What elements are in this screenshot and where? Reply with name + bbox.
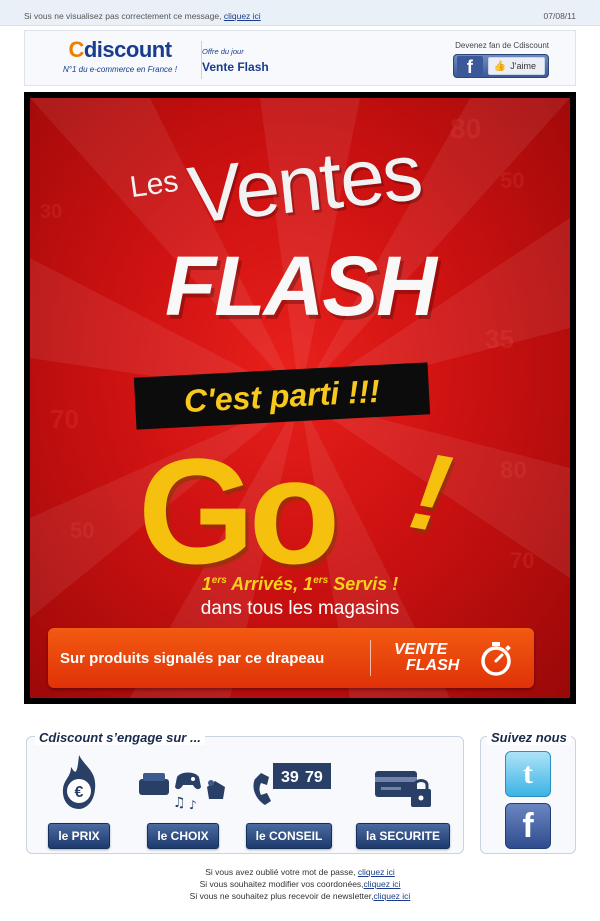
footer-line2-text: Si vous souhaitez modifier vos coordonée… bbox=[199, 879, 364, 889]
twitter-icon[interactable]: t bbox=[505, 751, 551, 797]
arrives-sup1: ers bbox=[211, 575, 227, 586]
commitment-securite[interactable]: la SECURITE bbox=[355, 749, 451, 849]
follow-us-title: Suivez nous bbox=[487, 730, 571, 745]
offer-title: Vente Flash bbox=[202, 60, 269, 74]
card-lock-icon bbox=[355, 749, 451, 811]
commitment-prix[interactable]: € le PRIX bbox=[31, 749, 127, 849]
go-headline: Go bbox=[138, 427, 340, 595]
view-problem-message: Si vous ne visualisez pas correctement c… bbox=[24, 11, 261, 21]
banner-flash-title: FLASH bbox=[165, 239, 437, 333]
le-conseil-button[interactable]: le CONSEIL bbox=[245, 823, 333, 849]
like-button[interactable]: 👍 J'aime bbox=[487, 57, 545, 75]
follow-us-block: Suivez nous t f bbox=[480, 730, 576, 854]
like-label: J'aime bbox=[510, 61, 536, 71]
top-bar: Si vous ne visualisez pas correctement c… bbox=[0, 0, 600, 26]
le-choix-button[interactable]: le CHOIX bbox=[147, 823, 219, 849]
view-online-link[interactable]: cliquez ici bbox=[224, 11, 261, 21]
banner-les: Les bbox=[127, 164, 181, 205]
footer-line-coordinates: Si vous souhaitez modifier vos coordonée… bbox=[0, 878, 600, 890]
cdiscount-commitments: Cdiscount s’engage sur ... € le PRIX ♫ ♪ bbox=[26, 730, 464, 854]
products-icon: ♫ ♪ bbox=[135, 749, 231, 811]
flag-bar-text: Sur produits signalés par ce drapeau bbox=[60, 650, 325, 667]
facebook-glyph: f bbox=[522, 806, 534, 845]
logo-wordmark: Cdiscount bbox=[45, 37, 195, 63]
svg-text:70: 70 bbox=[510, 548, 534, 573]
logo-rest: discount bbox=[83, 37, 172, 62]
le-prix-button[interactable]: le PRIX bbox=[48, 823, 110, 849]
svg-text:€: € bbox=[75, 784, 84, 801]
svg-text:30: 30 bbox=[40, 201, 62, 223]
svg-text:80: 80 bbox=[450, 113, 481, 144]
arrives-num2: 1 bbox=[303, 574, 314, 594]
view-problem-text: Si vous ne visualisez pas correctement c… bbox=[24, 11, 224, 21]
svg-text:♪: ♪ bbox=[189, 798, 197, 811]
vente-flash-flag-logo: VENTE FLASH bbox=[394, 642, 459, 674]
stopwatch-icon bbox=[481, 642, 511, 676]
fan-label: Devenez fan de Cdiscount bbox=[455, 41, 549, 50]
phone-icon: 39 79 bbox=[241, 749, 337, 811]
footer-line-unsubscribe: Si vous ne souhaitez plus recevoir de ne… bbox=[0, 890, 600, 902]
euro-flame-icon: € bbox=[31, 749, 127, 811]
svg-text:♫: ♫ bbox=[173, 795, 186, 811]
svg-text:50: 50 bbox=[500, 168, 524, 193]
facebook-icon[interactable]: f bbox=[505, 803, 551, 849]
facebook-icon: f bbox=[456, 56, 483, 77]
la-securite-button[interactable]: la SECURITE bbox=[355, 823, 450, 849]
svg-text:70: 70 bbox=[50, 404, 79, 434]
commitment-choix[interactable]: ♫ ♪ le CHOIX bbox=[135, 749, 231, 849]
svg-text:50: 50 bbox=[70, 518, 94, 543]
offer-of-the-day[interactable]: Offre du jour Vente Flash bbox=[202, 47, 269, 74]
thumbs-up-icon: 👍 bbox=[493, 60, 507, 72]
conseil-price-main: 39 bbox=[281, 769, 299, 786]
logo-tagline: N°1 du e-commerce en France ! bbox=[63, 65, 177, 74]
newsletter-date: 07/08/11 bbox=[543, 11, 576, 21]
commitments-title: Cdiscount s’engage sur ... bbox=[35, 730, 205, 745]
header: Cdiscount N°1 du e-commerce en France ! … bbox=[24, 30, 576, 86]
arrives-num1: 1 bbox=[201, 574, 212, 594]
footer: Si vous avez oublié votre mot de passe, … bbox=[0, 866, 600, 902]
arrives-word1: Arrivés, bbox=[226, 574, 304, 594]
vente-flash-flag-bar[interactable]: Sur produits signalés par ce drapeau VEN… bbox=[48, 628, 534, 688]
cdiscount-logo[interactable]: Cdiscount N°1 du e-commerce en France ! bbox=[45, 37, 195, 74]
offer-kicker: Offre du jour bbox=[202, 47, 244, 56]
vf-line2: FLASH bbox=[406, 657, 460, 674]
twitter-glyph: t bbox=[523, 757, 533, 790]
all-stores-text: dans tous les magasins bbox=[200, 598, 400, 619]
commitment-conseil[interactable]: 39 79 le CONSEIL bbox=[241, 749, 337, 849]
first-arrived-first-served: 1ers Arrivés, 1ers Servis ! bbox=[30, 574, 570, 595]
footer-line-password: Si vous avez oublié votre mot de passe, … bbox=[0, 866, 600, 878]
svg-text:80: 80 bbox=[500, 457, 527, 484]
footer-line1-text: Si vous avez oublié votre mot de passe, bbox=[205, 867, 358, 877]
arrives-sup2: ers bbox=[313, 575, 329, 586]
facebook-fan-block: Devenez fan de Cdiscount f 👍 J'aime bbox=[452, 41, 549, 78]
flag-bar-separator bbox=[370, 640, 371, 676]
modify-coordinates-link[interactable]: cliquez ici bbox=[364, 879, 401, 889]
logo-c: C bbox=[68, 37, 84, 62]
vf-line1: VENTE bbox=[394, 641, 448, 658]
unsubscribe-link[interactable]: cliquez ici bbox=[373, 891, 410, 901]
facebook-like-button[interactable]: f 👍 J'aime bbox=[452, 54, 549, 78]
vente-flash-banner[interactable]: 80 50 35 80 70 50 30 70 Les Ventes FLASH… bbox=[24, 92, 576, 704]
conseil-price-cents: 79 bbox=[305, 769, 323, 786]
forgot-password-link[interactable]: cliquez ici bbox=[358, 867, 395, 877]
banner-inner: 80 50 35 80 70 50 30 70 Les Ventes FLASH… bbox=[30, 98, 570, 698]
footer-line3-text: Si vous ne souhaitez plus recevoir de ne… bbox=[189, 891, 374, 901]
arrives-word2: Servis ! bbox=[328, 574, 399, 594]
